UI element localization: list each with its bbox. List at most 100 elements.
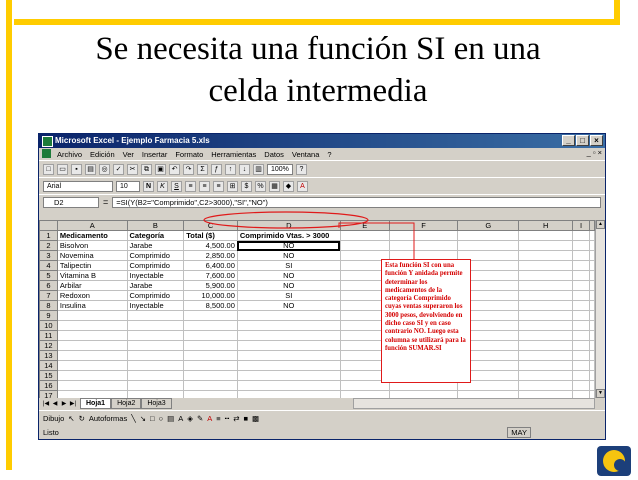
spreadsheet-grid[interactable]: A B C D E F G H I 1 Medicamento Categoría Total ($) C… <box>39 220 595 398</box>
menu-formato[interactable]: Formato <box>175 150 203 159</box>
underline-icon[interactable]: S <box>171 180 182 192</box>
cell[interactable] <box>518 360 574 371</box>
cell[interactable] <box>589 350 595 361</box>
cell[interactable] <box>518 350 574 361</box>
cell[interactable]: Vitamina B <box>56 270 128 281</box>
cell[interactable] <box>126 360 185 371</box>
cell[interactable] <box>589 370 595 381</box>
cell[interactable]: Novemina <box>56 250 128 261</box>
cell[interactable] <box>572 260 590 271</box>
align-center-icon[interactable]: ≡ <box>199 180 210 192</box>
textbox-icon[interactable]: ▤ <box>167 414 174 423</box>
cell[interactable] <box>572 250 590 261</box>
cell[interactable] <box>183 390 238 398</box>
cell[interactable] <box>572 320 590 331</box>
horizontal-scrollbar[interactable] <box>353 398 595 409</box>
cell[interactable]: Jarabe <box>126 280 185 291</box>
row-header[interactable]: 8 <box>39 300 58 311</box>
column-header[interactable]: E <box>339 220 390 231</box>
cell[interactable] <box>56 340 128 351</box>
cell[interactable] <box>518 330 574 341</box>
cell[interactable]: Comprimido <box>126 290 185 301</box>
cell[interactable] <box>183 360 238 371</box>
cell[interactable] <box>236 360 341 371</box>
cell[interactable] <box>518 260 574 271</box>
sort-asc-icon[interactable]: ↑ <box>225 163 236 175</box>
menu-help[interactable]: ? <box>327 150 331 159</box>
cell[interactable]: Comprimido <box>126 260 185 271</box>
cell[interactable] <box>126 390 185 398</box>
cell[interactable] <box>572 280 590 291</box>
tab-hoja3[interactable]: Hoja3 <box>141 398 172 409</box>
preview-icon[interactable]: ◎ <box>99 163 110 175</box>
cell[interactable] <box>56 320 128 331</box>
cell[interactable] <box>518 300 574 311</box>
row-header[interactable]: 11 <box>39 330 58 341</box>
row-header[interactable]: 16 <box>39 380 58 391</box>
cell[interactable] <box>339 240 390 251</box>
cell[interactable] <box>56 310 128 321</box>
cell[interactable] <box>518 370 574 381</box>
cell[interactable] <box>589 230 595 241</box>
cell[interactable] <box>589 260 595 271</box>
cell[interactable]: 2,850.00 <box>183 250 238 261</box>
cell[interactable] <box>56 390 128 398</box>
borders-icon[interactable]: ▦ <box>269 180 280 192</box>
cell[interactable] <box>572 290 590 301</box>
autosum-icon[interactable]: Σ <box>197 163 208 175</box>
cell[interactable] <box>589 330 595 341</box>
font-color-icon[interactable]: A <box>297 180 308 192</box>
next-sheet-icon[interactable]: ▶ <box>60 400 68 407</box>
redo-icon[interactable]: ↷ <box>183 163 194 175</box>
column-header[interactable]: G <box>457 220 520 231</box>
row-header[interactable]: 7 <box>39 290 58 301</box>
rotate-icon[interactable]: ↻ <box>79 414 85 423</box>
cell[interactable] <box>589 280 595 291</box>
cell[interactable]: Bisolvon <box>56 240 128 251</box>
cell[interactable] <box>589 390 595 398</box>
chart-icon[interactable]: ▥ <box>253 163 264 175</box>
align-left-icon[interactable]: ≡ <box>185 180 196 192</box>
menu-datos[interactable]: Datos <box>264 150 284 159</box>
cell[interactable]: Inyectable <box>126 300 185 311</box>
row-header[interactable]: 14 <box>39 360 58 371</box>
cell[interactable] <box>183 320 238 331</box>
cell[interactable] <box>457 240 520 251</box>
cell[interactable]: NO <box>236 240 341 251</box>
cell[interactable]: Total ($) <box>183 230 238 241</box>
maximize-button[interactable]: □ <box>576 135 589 146</box>
cell[interactable] <box>56 350 128 361</box>
menu-herramientas[interactable]: Herramientas <box>211 150 256 159</box>
row-header[interactable]: 2 <box>39 240 58 251</box>
cut-icon[interactable]: ✂ <box>127 163 138 175</box>
font-name-select[interactable]: Arial <box>43 180 113 192</box>
cell[interactable] <box>183 350 238 361</box>
cell[interactable] <box>457 230 520 241</box>
select-all-corner[interactable] <box>39 220 58 231</box>
cell[interactable] <box>518 380 574 391</box>
cell[interactable] <box>572 310 590 321</box>
minimize-button[interactable]: _ <box>562 135 575 146</box>
new-icon[interactable]: □ <box>43 163 54 175</box>
currency-icon[interactable]: $ <box>241 180 252 192</box>
cell[interactable] <box>589 360 595 371</box>
column-header[interactable]: F <box>388 220 459 231</box>
cell[interactable] <box>126 330 185 341</box>
italic-icon[interactable]: K <box>157 180 168 192</box>
menu-insertar[interactable]: Insertar <box>142 150 167 159</box>
prev-sheet-icon[interactable]: ◀ <box>51 400 59 407</box>
cell[interactable] <box>518 310 574 321</box>
line-style-icon[interactable]: ≡ <box>216 414 220 423</box>
merge-icon[interactable]: ⊞ <box>227 180 238 192</box>
percent-icon[interactable]: % <box>255 180 266 192</box>
menu-edicion[interactable]: Edición <box>90 150 115 159</box>
cell[interactable] <box>388 230 459 241</box>
cell[interactable] <box>589 290 595 301</box>
font-size-select[interactable]: 10 <box>116 180 140 192</box>
print-icon[interactable]: ▤ <box>85 163 96 175</box>
cell[interactable] <box>126 320 185 331</box>
cell[interactable] <box>572 300 590 311</box>
cell[interactable] <box>339 390 390 398</box>
cell[interactable] <box>572 380 590 391</box>
cell[interactable] <box>518 340 574 351</box>
